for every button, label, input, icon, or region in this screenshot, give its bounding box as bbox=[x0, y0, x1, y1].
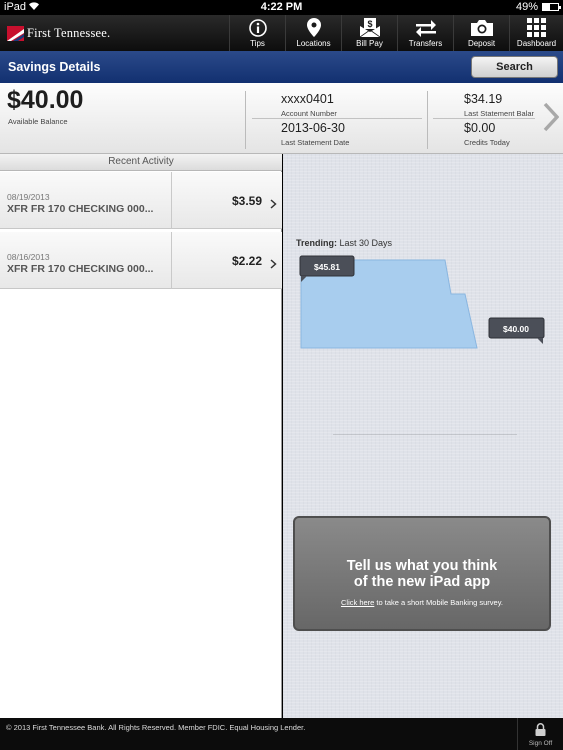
nav-deposit-button[interactable]: Deposit bbox=[453, 15, 509, 51]
last-statement-balance-value: $34.19 bbox=[464, 92, 503, 106]
brand-mark-icon bbox=[7, 25, 24, 41]
lock-icon bbox=[535, 723, 546, 741]
activity-row[interactable]: 08/19/2013 XFR FR 170 CHECKING 000... $3… bbox=[0, 172, 282, 229]
survey-headline-2: of the new iPad app bbox=[353, 574, 491, 590]
chevron-right-icon bbox=[270, 196, 277, 214]
nav-tips-button[interactable]: Tips bbox=[229, 15, 285, 51]
summary-divider bbox=[427, 91, 428, 149]
grid-icon bbox=[510, 18, 563, 37]
activity-date: 08/16/2013 bbox=[7, 252, 50, 262]
nav-transfers-label: Transfers bbox=[408, 39, 443, 48]
status-bar: iPad 4:22 PM 49% bbox=[0, 0, 563, 15]
summary-divider bbox=[433, 118, 535, 119]
last-statement-balance-label: Last Statement Balance bbox=[464, 109, 534, 118]
account-number-label: Account Number bbox=[281, 109, 337, 118]
end-value-bubble: $40.00 bbox=[488, 317, 545, 344]
account-summary[interactable]: $40.00 Available Balance xxxx0401 Accoun… bbox=[0, 83, 563, 154]
nav-bill-pay-label: Bill Pay bbox=[356, 39, 383, 48]
search-button[interactable]: Search bbox=[471, 56, 558, 78]
nav-dashboard-label: Dashboard bbox=[516, 39, 557, 48]
trending-chart: $45.81 $40.00 bbox=[299, 255, 545, 349]
trending-label: Trending: Last 30 Days bbox=[296, 238, 392, 248]
credits-today-label: Credits Today bbox=[464, 138, 510, 147]
page-title: Savings Details bbox=[8, 60, 101, 74]
map-pin-icon bbox=[286, 18, 341, 37]
survey-headline-1: Tell us what you think bbox=[346, 558, 498, 574]
recent-activity-panel: Recent Activity 08/19/2013 XFR FR 170 CH… bbox=[0, 154, 282, 718]
battery-percent: 49% bbox=[515, 1, 538, 13]
clock: 4:22 PM bbox=[260, 1, 303, 13]
activity-description: XFR FR 170 CHECKING 000... bbox=[7, 263, 154, 275]
transfer-arrows-icon bbox=[398, 18, 453, 37]
survey-subtext-rest: to take a short Mobile Banking survey. bbox=[374, 598, 504, 607]
legal-text: © 2013 First Tennessee Bank. All Rights … bbox=[6, 723, 306, 732]
brand-name: First Tennessee. bbox=[27, 25, 111, 40]
trending-panel: Trending: Last 30 Days $45.81 $40.00 Tel… bbox=[283, 154, 563, 718]
nav-deposit-label: Deposit bbox=[467, 39, 496, 48]
end-value-label: $40.00 bbox=[503, 324, 529, 334]
bill-envelope-icon: $ bbox=[342, 18, 397, 37]
sign-off-button[interactable]: Sign Off bbox=[517, 718, 563, 750]
activity-row[interactable]: 08/16/2013 XFR FR 170 CHECKING 000... $2… bbox=[0, 232, 282, 289]
brand-logo[interactable]: First Tennessee. bbox=[7, 25, 110, 41]
survey-banner[interactable]: Tell us what you think of the new iPad a… bbox=[293, 516, 551, 631]
nav-bill-pay-button[interactable]: $ Bill Pay bbox=[341, 15, 397, 51]
camera-icon bbox=[454, 18, 509, 37]
activity-divider bbox=[171, 172, 172, 229]
trending-period: Last 30 Days bbox=[339, 238, 393, 248]
sign-off-label: Sign Off bbox=[528, 740, 553, 747]
survey-link[interactable]: Click here bbox=[341, 598, 374, 607]
nav-locations-button[interactable]: Locations bbox=[285, 15, 341, 51]
svg-text:$: $ bbox=[367, 19, 372, 29]
activity-description: XFR FR 170 CHECKING 000... bbox=[7, 203, 154, 215]
nav-dashboard-button[interactable]: Dashboard bbox=[509, 15, 563, 51]
statement-date-label: Last Statement Date bbox=[281, 138, 350, 147]
available-balance-label: Available Balance bbox=[8, 117, 68, 126]
activity-amount: $3.59 bbox=[231, 194, 262, 208]
credits-today-value: $0.00 bbox=[464, 121, 496, 135]
recent-activity-header: Recent Activity bbox=[0, 154, 282, 171]
chevron-right-icon bbox=[270, 256, 277, 274]
battery-icon bbox=[542, 3, 561, 11]
panel-divider bbox=[333, 434, 517, 435]
account-number-value: xxxx0401 bbox=[281, 92, 334, 106]
nav-tips-label: Tips bbox=[250, 39, 265, 48]
start-value-label: $45.81 bbox=[314, 262, 340, 272]
chevron-right-icon[interactable] bbox=[543, 102, 560, 137]
summary-divider bbox=[252, 118, 422, 119]
activity-divider bbox=[171, 232, 172, 289]
activity-date: 08/19/2013 bbox=[7, 192, 50, 202]
trending-label-bold: Trending: bbox=[296, 238, 337, 248]
top-nav: First Tennessee. Tips Locations $ Bill P… bbox=[0, 15, 563, 51]
survey-subtext: Click here to take a short Mobile Bankin… bbox=[295, 598, 549, 607]
activity-amount: $2.22 bbox=[231, 254, 262, 268]
nav-locations-label: Locations bbox=[296, 39, 331, 48]
footer: © 2013 First Tennessee Bank. All Rights … bbox=[0, 718, 563, 750]
info-icon bbox=[230, 18, 285, 37]
summary-divider bbox=[245, 91, 246, 149]
statement-date-value: 2013-06-30 bbox=[281, 121, 345, 135]
title-bar: Savings Details Search bbox=[0, 51, 563, 83]
available-balance-value: $40.00 bbox=[7, 86, 84, 114]
nav-transfers-button[interactable]: Transfers bbox=[397, 15, 453, 51]
